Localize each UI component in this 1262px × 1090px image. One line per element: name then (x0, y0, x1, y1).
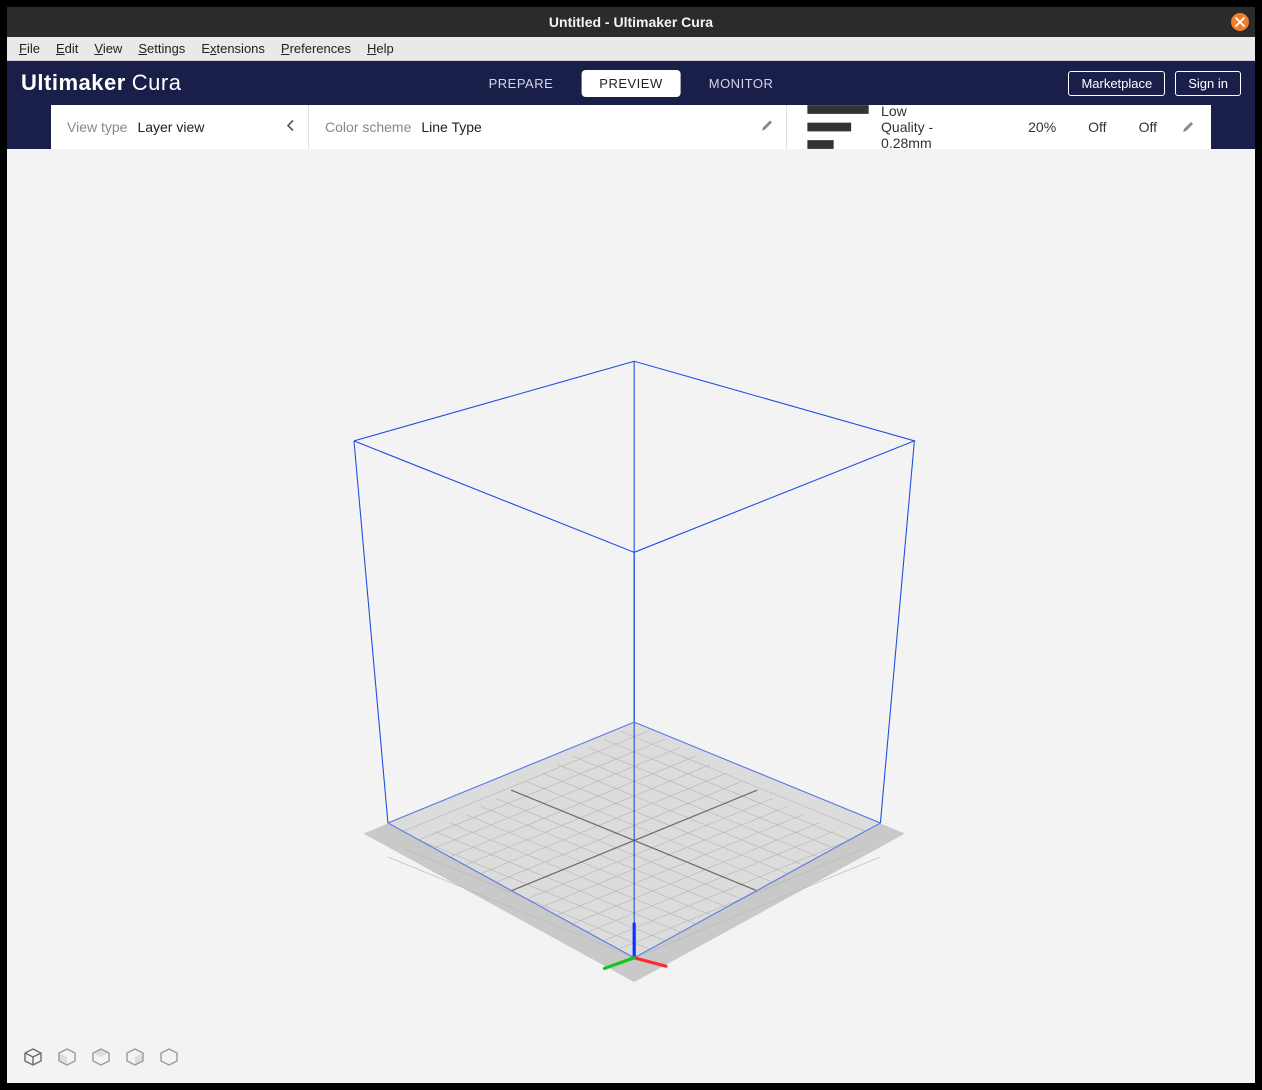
tab-monitor[interactable]: MONITOR (709, 76, 774, 91)
window-title: Untitled - Ultimaker Cura (549, 14, 713, 30)
logo-thin: Cura (132, 70, 182, 95)
chevron-left-icon[interactable] (286, 119, 296, 136)
support-text: Off (1088, 119, 1106, 135)
app-logo: UltimakerCura (21, 70, 181, 96)
logo-bold: Ultimaker (21, 70, 126, 95)
adhesion-group: Off (1131, 119, 1157, 135)
viewtype-label: View type (67, 119, 127, 135)
colorscheme-panel[interactable]: Color scheme Line Type (309, 105, 787, 149)
colorscheme-value: Line Type (421, 119, 481, 135)
view-presets (23, 1047, 179, 1067)
settings-strip: View type Layer view Color scheme Line T… (7, 105, 1255, 149)
print-settings-panel[interactable]: Low Quality - 0.28mm 20% Off (787, 105, 1211, 149)
profile-text: Low Quality - 0.28mm (881, 103, 947, 151)
menubar: File Edit View Settings Extensions Prefe… (7, 37, 1255, 61)
build-volume-scene (7, 149, 1255, 1083)
menu-edit[interactable]: Edit (48, 39, 86, 58)
viewtype-value: Layer view (137, 119, 204, 135)
window-close-button[interactable] (1231, 13, 1249, 31)
menu-file[interactable]: File (11, 39, 48, 58)
menu-preferences[interactable]: Preferences (273, 39, 359, 58)
brand-header: UltimakerCura PREPARE PREVIEW MONITOR Ma… (7, 61, 1255, 105)
view-right-icon[interactable] (159, 1047, 179, 1067)
strip-right-fill (1211, 105, 1255, 149)
tab-preview[interactable]: PREVIEW (581, 70, 680, 97)
infill-group: 20% (1020, 119, 1056, 135)
view-left-icon[interactable] (125, 1047, 145, 1067)
infill-text: 20% (1028, 119, 1056, 135)
pencil-icon (1181, 120, 1195, 134)
view-top-icon[interactable] (91, 1047, 111, 1067)
menu-extensions[interactable]: Extensions (193, 39, 273, 58)
tab-prepare[interactable]: PREPARE (489, 76, 554, 91)
colorscheme-edit-icon[interactable] (760, 119, 774, 136)
titlebar: Untitled - Ultimaker Cura (7, 7, 1255, 37)
view-front-icon[interactable] (57, 1047, 77, 1067)
menu-view[interactable]: View (86, 39, 130, 58)
support-group: Off (1080, 119, 1106, 135)
pencil-icon (760, 119, 774, 133)
menu-settings[interactable]: Settings (130, 39, 193, 58)
viewport-3d[interactable] (7, 149, 1255, 1083)
viewtype-panel[interactable]: View type Layer view (51, 105, 309, 149)
menu-help[interactable]: Help (359, 39, 402, 58)
stage-tabs: PREPARE PREVIEW MONITOR (489, 70, 774, 97)
adhesion-text: Off (1139, 119, 1157, 135)
colorscheme-label: Color scheme (325, 119, 411, 135)
strip-left-fill (7, 105, 51, 149)
view-3d-icon[interactable] (23, 1047, 43, 1067)
marketplace-button[interactable]: Marketplace (1068, 71, 1165, 96)
signin-button[interactable]: Sign in (1175, 71, 1241, 96)
print-settings-edit[interactable] (1181, 120, 1195, 134)
close-icon (1235, 17, 1245, 27)
